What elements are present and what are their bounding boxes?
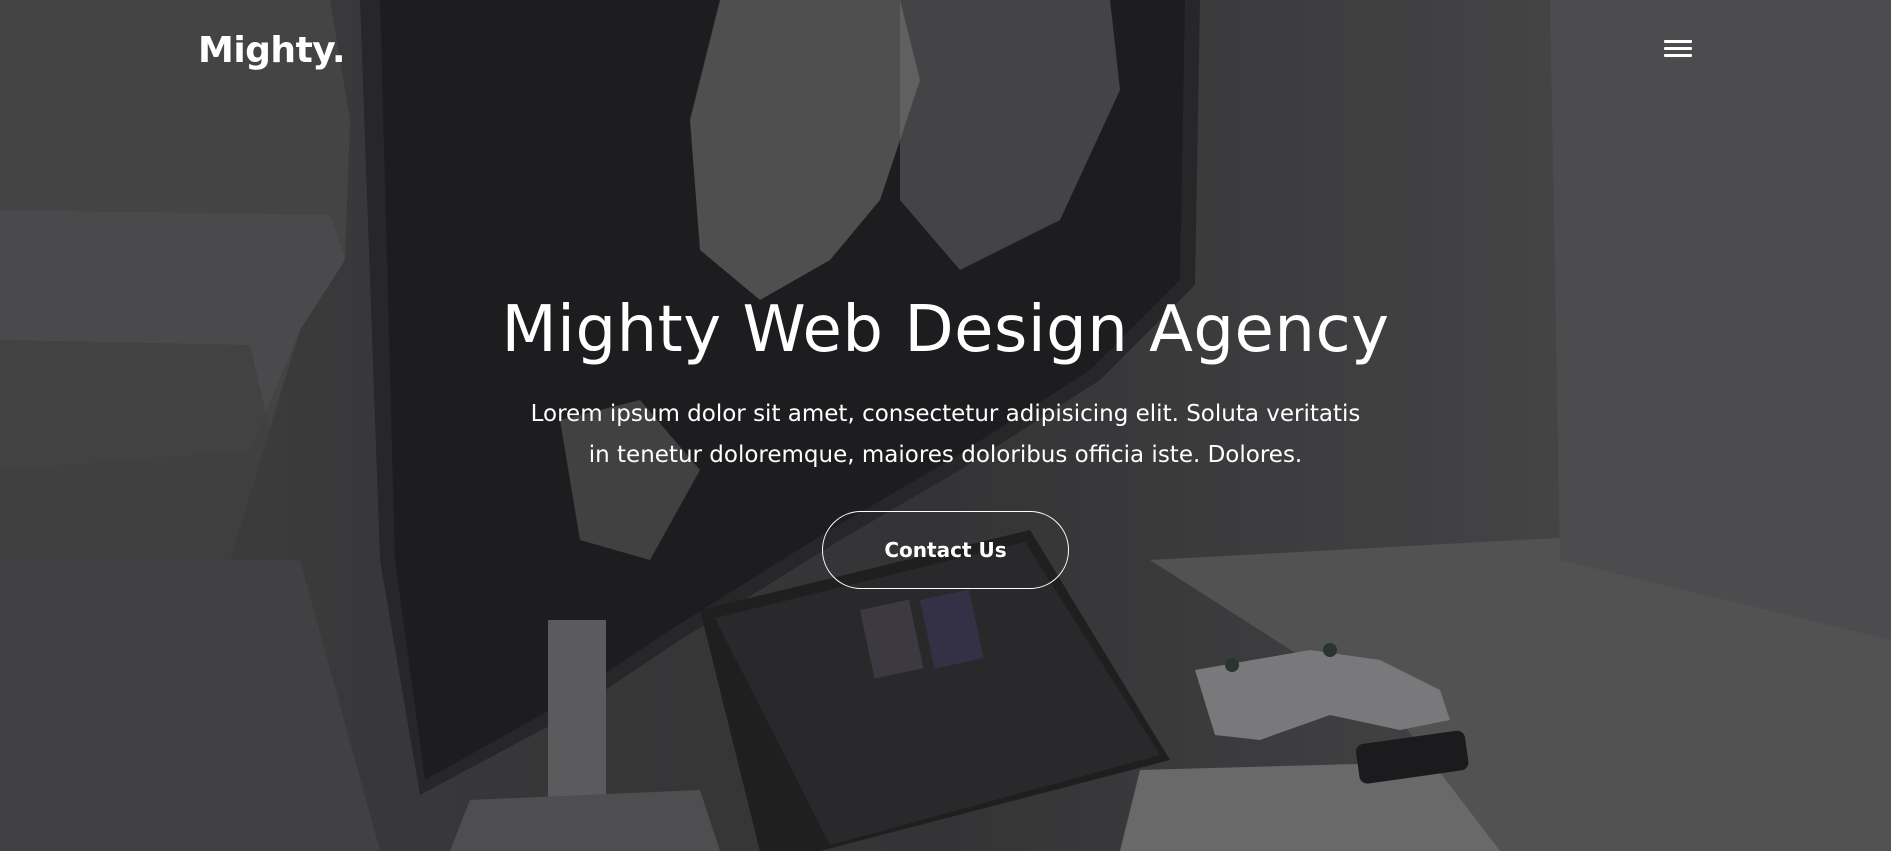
brand-logo[interactable]: Mighty.: [198, 30, 346, 71]
menu-bar-top: [1664, 40, 1692, 43]
menu-bar-middle: [1664, 47, 1692, 50]
menu-bar-bottom: [1664, 54, 1692, 57]
hero-title: Mighty Web Design Agency: [501, 293, 1390, 367]
hero-section: Mighty. Mighty Web Design Agency Lorem i…: [0, 0, 1891, 851]
hero-description: Lorem ipsum dolor sit amet, consectetur …: [530, 401, 1361, 468]
contact-us-button[interactable]: Contact Us: [822, 511, 1069, 589]
hamburger-menu-icon[interactable]: [1657, 34, 1699, 68]
navbar: Mighty.: [0, 0, 1891, 100]
hero-content: Mighty Web Design Agency Lorem ipsum dol…: [0, 290, 1891, 589]
